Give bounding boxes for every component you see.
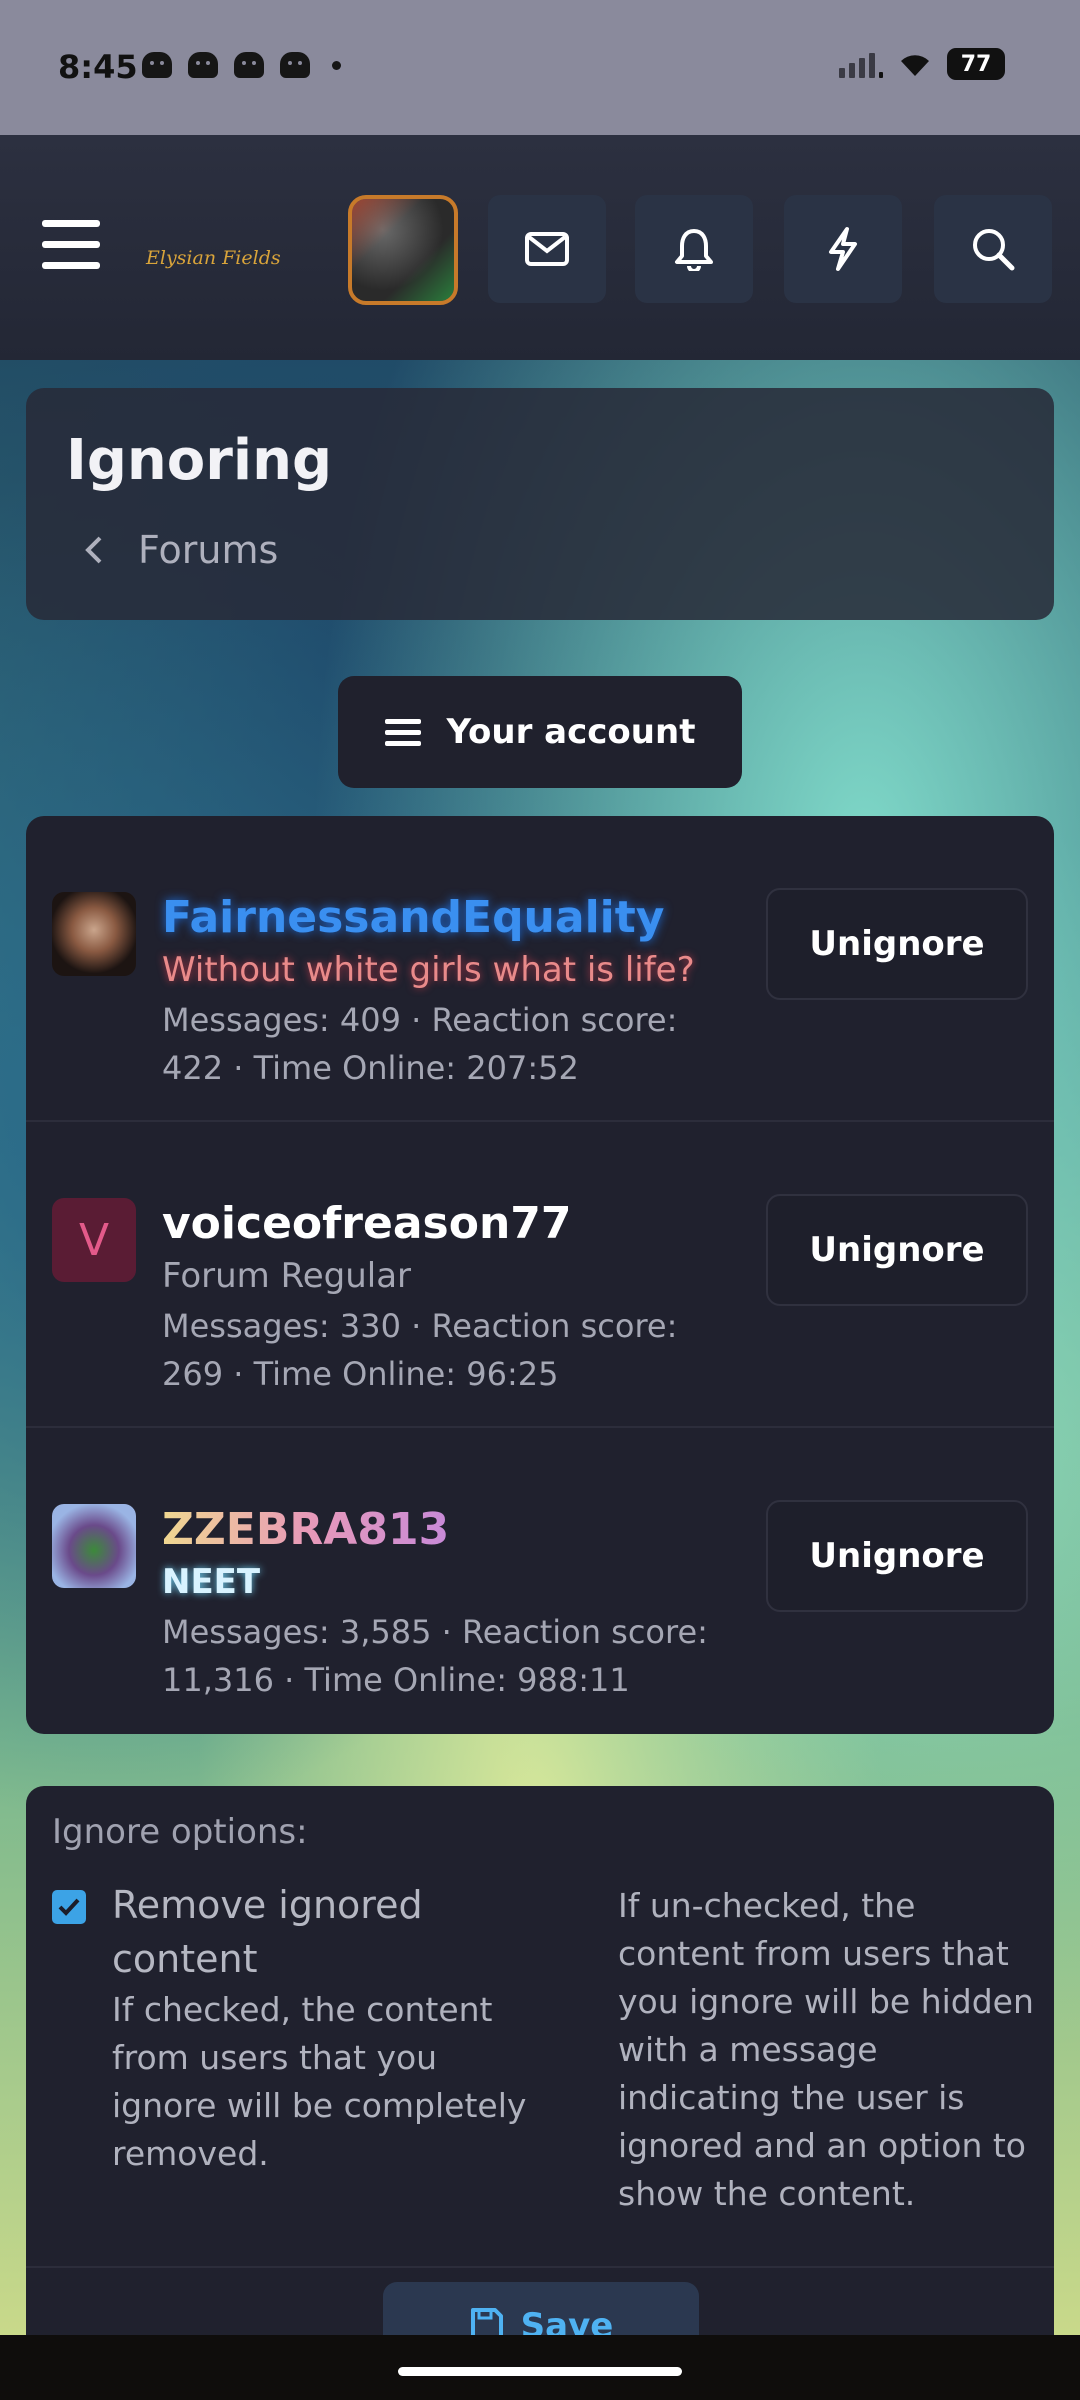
unignore-button[interactable]: Unignore (766, 888, 1028, 1000)
avatar[interactable] (52, 1504, 136, 1588)
ignored-user-row: V voiceofreason77 Forum Regular Messages… (26, 1122, 1054, 1428)
user-stats: Messages: 409 · Reaction score: 422 · Ti… (162, 1001, 678, 1087)
user-stats: Messages: 330 · Reaction score: 269 · Ti… (162, 1307, 678, 1393)
user-title: Forum Regular (162, 1256, 412, 1296)
ignore-options-label: Ignore options: (52, 1812, 308, 1852)
site-header: Elysian Fields (0, 135, 1080, 360)
ignore-options-panel: Ignore options: Remove ignored content I… (26, 1786, 1054, 2335)
user-title: NEET (162, 1562, 261, 1602)
avatar[interactable]: V (52, 1198, 136, 1282)
bolt-icon (829, 227, 857, 271)
discord-icon (234, 52, 264, 78)
menu-icon[interactable] (42, 220, 100, 270)
status-bar: 8:45 77 (0, 0, 1080, 135)
signal-icon (839, 50, 883, 78)
discord-icon (142, 52, 172, 78)
checkmark-icon (58, 1898, 80, 1916)
unignore-button[interactable]: Unignore (766, 1500, 1028, 1612)
your-account-label: Your account (446, 712, 696, 752)
user-avatar-button[interactable] (348, 195, 458, 305)
page-header-card: Ignoring Forums (26, 388, 1054, 620)
status-indicators: 77 (839, 48, 1005, 80)
username-link[interactable]: ZZEBRA813 (162, 1504, 449, 1555)
user-stats: Messages: 3,585 · Reaction score: 11,316… (162, 1613, 708, 1699)
remove-ignored-checkbox[interactable] (52, 1890, 86, 1924)
breadcrumb[interactable]: Forums (84, 528, 278, 572)
ignored-user-row: FairnessandEquality Without white girls … (26, 816, 1054, 1122)
discord-icon (280, 52, 310, 78)
bell-icon (675, 229, 713, 271)
breadcrumb-forums-link[interactable]: Forums (138, 528, 278, 572)
status-time: 8:45 (58, 48, 138, 86)
alerts-button[interactable] (635, 195, 753, 303)
search-button[interactable] (934, 195, 1052, 303)
save-icon (470, 2308, 503, 2335)
site-logo[interactable]: Elysian Fields (146, 247, 281, 269)
more-notifications-dot (332, 60, 341, 70)
home-indicator[interactable] (398, 2367, 682, 2376)
unignore-button[interactable]: Unignore (766, 1194, 1028, 1306)
your-account-button[interactable]: Your account (338, 676, 742, 788)
unchecked-description: If un-checked, the content from users th… (618, 1886, 1034, 2213)
username-link[interactable]: FairnessandEquality (162, 892, 664, 943)
username-link[interactable]: voiceofreason77 (162, 1198, 572, 1249)
remove-ignored-description: If checked, the content from users that … (112, 1990, 527, 2173)
ignored-user-row: ZZEBRA813 NEET Messages: 3,585 · Reactio… (26, 1428, 1054, 1734)
wifi-icon (901, 55, 929, 76)
notification-icons (142, 52, 341, 78)
inbox-button[interactable] (488, 195, 606, 303)
save-label: Save (520, 2306, 614, 2335)
system-nav-bar (0, 2335, 1080, 2400)
avatar[interactable] (52, 892, 136, 976)
save-button[interactable]: Save (383, 2282, 699, 2335)
page-title: Ignoring (66, 428, 333, 493)
divider (26, 2266, 1054, 2268)
whats-new-button[interactable] (784, 195, 902, 303)
discord-icon (188, 52, 218, 78)
remove-ignored-label[interactable]: Remove ignored content (112, 1878, 552, 1986)
chevron-left-icon (85, 536, 102, 564)
battery-icon: 77 (947, 48, 1005, 80)
ignored-users-list: FairnessandEquality Without white girls … (26, 816, 1054, 1734)
menu-icon (384, 713, 421, 752)
search-icon (973, 229, 1015, 271)
envelope-icon (525, 232, 569, 266)
user-title: Without white girls what is life? (162, 950, 695, 990)
